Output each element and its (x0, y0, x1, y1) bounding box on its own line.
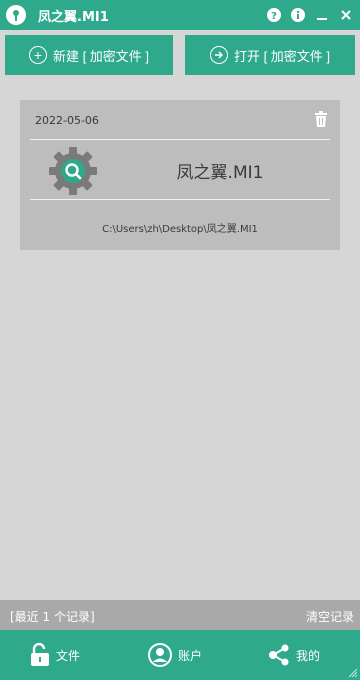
nav-item-label: 我的 (296, 648, 321, 663)
record-date: 2022-05-06 (35, 114, 99, 127)
user-icon (148, 643, 172, 667)
clear-records-link[interactable]: 清空记录 (306, 608, 354, 625)
nav-item-label: 账户 (178, 648, 203, 663)
recent-records-count: [最近 1 个记录] (10, 610, 95, 624)
nav-item-mine[interactable]: 我的 (268, 630, 320, 680)
close-icon[interactable] (338, 7, 354, 23)
open-button-label: 打开 [ 加密文件 ] (233, 48, 331, 64)
info-icon[interactable] (290, 7, 306, 23)
action-bar: + 新建 [ 加密文件 ] 打开 [ 加密文件 ] (0, 30, 360, 80)
divider (30, 139, 330, 140)
trash-icon[interactable] (314, 111, 328, 127)
app-logo-icon (6, 5, 26, 25)
record-file-path: C:\Users\zh\Desktop\凤之翼.MI1 (102, 224, 258, 235)
window-controls: ? (266, 0, 354, 30)
gear-search-icon (48, 146, 98, 196)
nav-item-account[interactable]: 账户 (148, 630, 202, 680)
plus-icon: + (28, 46, 47, 64)
divider (30, 199, 330, 200)
svg-text:?: ? (271, 11, 277, 22)
nav-item-file[interactable]: 文件 (30, 630, 80, 680)
arrow-right-icon (209, 46, 228, 64)
minimize-icon[interactable] (314, 7, 330, 23)
help-icon[interactable]: ? (266, 7, 282, 23)
status-bar: [最近 1 个记录] 清空记录 (0, 600, 360, 630)
window-title: 凤之翼.MI1 (38, 9, 109, 25)
new-button-label: 新建 [ 加密文件 ] (52, 48, 150, 64)
record-file-name: 凤之翼.MI1 (176, 163, 264, 183)
share-icon (269, 644, 289, 666)
new-encrypted-file-button[interactable]: + 新建 [ 加密文件 ] (5, 35, 173, 75)
bottom-nav: 文件 账户 我的 (0, 630, 360, 680)
resize-grip-icon[interactable] (348, 668, 358, 678)
record-card[interactable]: 2022-05-06 凤之翼.MI1 C:\Users\zh\Desktop\凤… (20, 100, 340, 250)
title-bar: 凤之翼.MI1 ? (0, 0, 360, 30)
unlock-icon (31, 643, 49, 666)
nav-item-label: 文件 (56, 648, 81, 663)
open-encrypted-file-button[interactable]: 打开 [ 加密文件 ] (185, 35, 355, 75)
